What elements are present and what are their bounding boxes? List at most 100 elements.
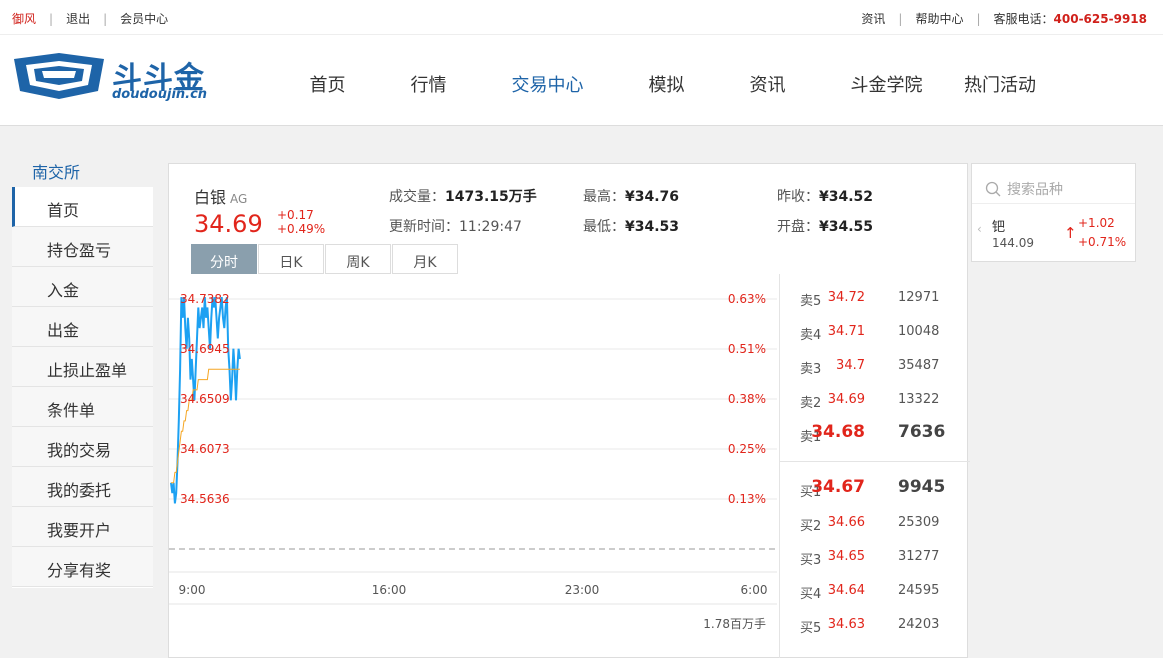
time-label: 更新时间： [389, 219, 459, 235]
chevron-left-icon[interactable]: ‹ [977, 222, 982, 236]
ask-row-1-label: 卖4 [800, 328, 822, 343]
y-label-1: 34.6945 [180, 342, 230, 356]
search-icon [985, 181, 1001, 196]
pct-label-1: 0.51% [728, 342, 766, 356]
bid-row-2: 买3 34.65 31277 [780, 540, 970, 574]
tab-3[interactable]: 月K [392, 244, 458, 274]
bid-row-4: 买5 34.63 24203 [780, 608, 970, 642]
news-link[interactable]: 资讯 [861, 10, 885, 27]
divider: | [103, 11, 108, 26]
username-link[interactable]: 御风 [12, 10, 36, 27]
sidebar-item-3[interactable]: 出金 [12, 307, 153, 347]
last-price: 34.69 [194, 210, 263, 238]
phone-number: 400-625-9918 [1053, 11, 1147, 26]
ask-row-2-price: 34.7 [836, 358, 865, 373]
bid-row-1: 买2 34.66 25309 [780, 506, 970, 540]
sidebar-item-8[interactable]: 我要开户 [12, 507, 153, 547]
ask-row-0-volume: 12971 [898, 290, 940, 305]
low-label: 最低： [583, 219, 625, 235]
volume-stat: 成交量：1473.15万手 [389, 186, 537, 206]
logo-icon [14, 53, 104, 99]
sidebar-item-0[interactable]: 首页 [12, 187, 153, 227]
divider: | [49, 11, 54, 26]
price-change: +0.17 +0.49% [277, 208, 325, 236]
ask-row-0-label: 卖5 [800, 294, 822, 309]
ask-row-3-price: 34.69 [827, 392, 865, 407]
search-placeholder: 搜索品种 [1007, 181, 1063, 198]
sidebar-item-1[interactable]: 持仓盈亏 [12, 227, 153, 267]
tab-1[interactable]: 日K [258, 244, 324, 274]
phone-label: 客服电话： [993, 12, 1054, 26]
bid-row-4-price: 34.63 [827, 617, 865, 632]
sidebar-list: 首页 持仓盈亏 入金 出金 止损止盈单 条件单 我的交易 我的委托 我要开户 分享有奖 [12, 187, 153, 587]
tab-2[interactable]: 周K [325, 244, 391, 274]
bid-row-3: 买4 34.64 24595 [780, 574, 970, 608]
high-value: ¥34.76 [625, 189, 680, 205]
ask-row-3-volume: 13322 [898, 392, 940, 407]
sidebar-item-4[interactable]: 止损止盈单 [12, 347, 153, 387]
pct-label-3: 0.25% [728, 442, 766, 456]
watch-item-pct: +0.71% [1078, 235, 1127, 249]
sidebar-item-2[interactable]: 入金 [12, 267, 153, 307]
ask-row-0: 卖5 34.72 12971 [780, 281, 970, 315]
open-value: ¥34.55 [819, 219, 874, 235]
sidebar-item-9[interactable]: 分享有奖 [12, 547, 153, 587]
ask-row-4: 卖1 34.68 7636 [780, 417, 970, 451]
bid-row-1-label: 买2 [800, 519, 822, 534]
watch-item[interactable]: ‹ 钯 144.09 ↑ +1.02 +0.71% [972, 204, 1135, 262]
time-value: 11:29:47 [459, 219, 522, 235]
x-tick-1: 16:00 [372, 583, 407, 597]
nav-item-2[interactable]: 交易中心 [479, 71, 616, 97]
ask-row-0-price: 34.72 [827, 290, 865, 305]
sidebar-item-7[interactable]: 我的委托 [12, 467, 153, 507]
ask-row-2: 卖3 34.7 35487 [780, 349, 970, 383]
arrow-up-icon: ↑ [1064, 224, 1077, 242]
intraday-chart[interactable]: 34.7382 34.6945 34.6509 34.6073 34.5636 0.63%… [169, 274, 777, 658]
tab-0[interactable]: 分时 [191, 244, 257, 274]
nav-item-6[interactable]: 热门活动 [955, 71, 1045, 97]
watchlist-panel: 搜索品种 ‹ 钯 144.09 ↑ +1.02 +0.71% [971, 163, 1136, 262]
nav-item-0[interactable]: 首页 [277, 71, 378, 97]
change-value: +0.17 [277, 208, 314, 222]
divider: | [898, 11, 903, 26]
help-center-link[interactable]: 帮助中心 [915, 10, 963, 27]
logo-domain: doudoujin.cn [112, 87, 208, 102]
header: 斗斗金 doudoujin.cn 首页 行情 交易中心 模拟 资讯 斗金学院 热门活动 [0, 35, 1163, 126]
bid-row-4-label: 买5 [800, 621, 822, 636]
high-label: 最高： [583, 189, 625, 205]
plot-area [169, 274, 777, 574]
ask-row-1-volume: 10048 [898, 324, 940, 339]
member-center-link[interactable]: 会员中心 [120, 10, 168, 27]
symbol-name: 白银 [194, 188, 227, 207]
symbol-code: AG [230, 192, 248, 206]
watch-item-name: 钯 [992, 220, 1006, 235]
top-bar: 御风 | 退出 | 会员中心 资讯 | 帮助中心 | 客服电话： 400-625… [0, 0, 1163, 35]
nav-item-1[interactable]: 行情 [378, 71, 479, 97]
pct-label-4: 0.13% [728, 492, 766, 506]
logo[interactable]: 斗斗金 doudoujin.cn [12, 53, 212, 105]
volume-axis-label: 1.78百万手 [703, 617, 766, 631]
ask-row-1: 卖4 34.71 10048 [780, 315, 970, 349]
chart-tabs: 分时 日K 周K 月K [191, 244, 459, 274]
nav-item-4[interactable]: 资讯 [717, 71, 818, 97]
prev-close-value: ¥34.52 [819, 189, 874, 205]
search-box[interactable]: 搜索品种 [972, 164, 1135, 204]
sidebar-item-6[interactable]: 我的交易 [12, 427, 153, 467]
nav-item-5[interactable]: 斗金学院 [818, 71, 955, 97]
bid-row-2-price: 34.65 [827, 549, 865, 564]
watch-item-change: +1.02 [1078, 216, 1115, 230]
logout-link[interactable]: 退出 [66, 10, 90, 27]
sidebar-header: 南交所 [12, 148, 153, 187]
bid-row-0-price: 34.67 [811, 477, 865, 497]
open-stat: 开盘：¥34.55 [777, 216, 873, 236]
y-label-4: 34.5636 [180, 492, 230, 506]
symbol: 白银 AG [194, 184, 247, 208]
bid-row-4-volume: 24203 [898, 617, 940, 632]
y-label-0: 34.7382 [180, 292, 230, 306]
nav-item-3[interactable]: 模拟 [616, 71, 717, 97]
low-stat: 最低：¥34.53 [583, 216, 679, 236]
pct-label-0: 0.63% [728, 292, 766, 306]
x-tick-0: 9:00 [179, 583, 206, 597]
ask-row-2-label: 卖3 [800, 362, 822, 377]
sidebar-item-5[interactable]: 条件单 [12, 387, 153, 427]
